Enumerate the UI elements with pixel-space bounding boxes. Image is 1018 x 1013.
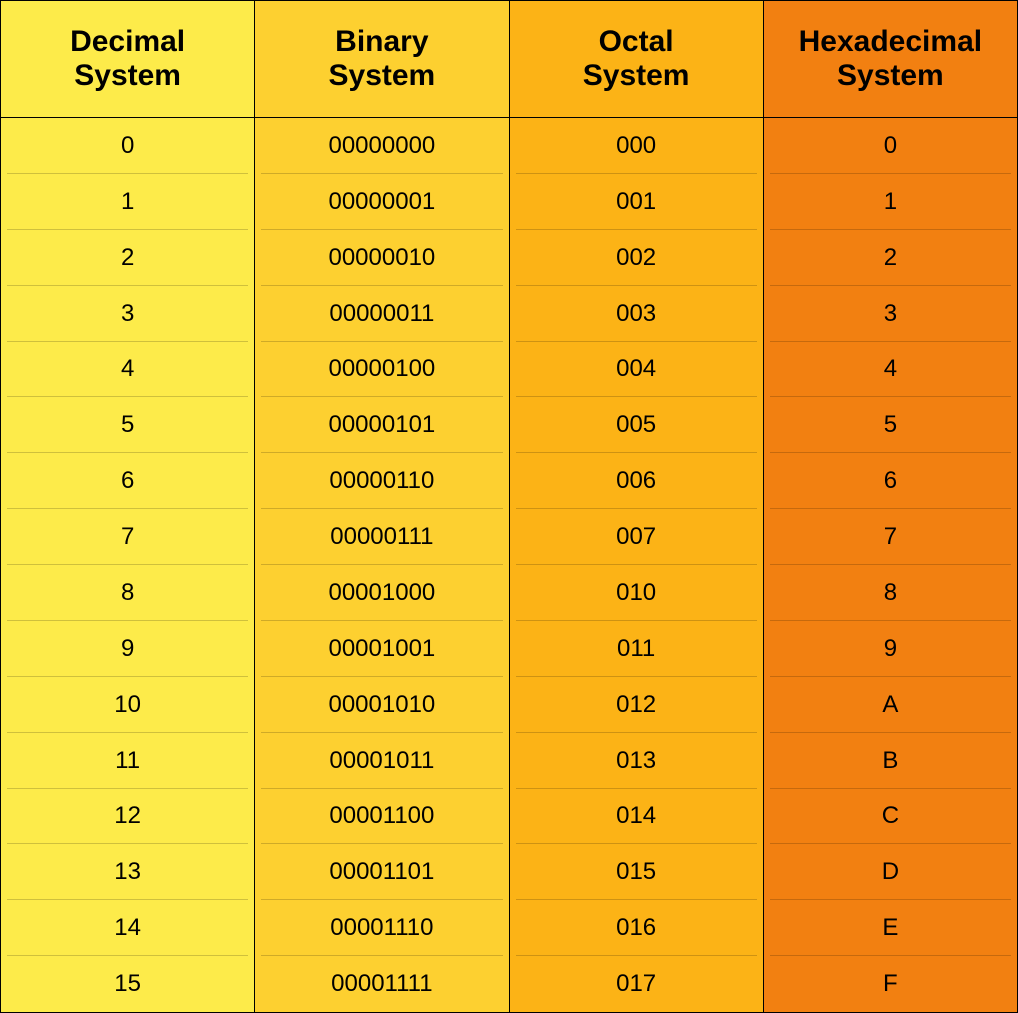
table-cell: 8: [1, 565, 254, 621]
table-cell: 00000000: [255, 118, 508, 174]
table-cell: 014: [510, 789, 763, 845]
table-cell: 9: [1, 621, 254, 677]
table-cell: 00001000: [255, 565, 508, 621]
table-cell: 00000100: [255, 342, 508, 398]
table-cell: D: [764, 844, 1017, 900]
header-hexadecimal: HexadecimalSystem: [764, 1, 1017, 118]
table-cell: 010: [510, 565, 763, 621]
table-cell: 00001111: [255, 956, 508, 1012]
table-cell: 12: [1, 789, 254, 845]
table-cell: 002: [510, 230, 763, 286]
cells-binary: 0000000000000001000000100000001100000100…: [255, 118, 508, 1012]
table-cell: 6: [764, 453, 1017, 509]
table-cell: 013: [510, 733, 763, 789]
table-cell: 4: [1, 342, 254, 398]
table-cell: 9: [764, 621, 1017, 677]
table-cell: 00000011: [255, 286, 508, 342]
table-cell: A: [764, 677, 1017, 733]
table-cell: C: [764, 789, 1017, 845]
column-hexadecimal: HexadecimalSystem 0123456789ABCDEF: [764, 1, 1017, 1012]
table-cell: 016: [510, 900, 763, 956]
column-octal: OctalSystem 0000010020030040050060070100…: [510, 1, 764, 1012]
table-cell: 00000010: [255, 230, 508, 286]
table-cell: E: [764, 900, 1017, 956]
table-cell: 2: [764, 230, 1017, 286]
table-cell: 6: [1, 453, 254, 509]
table-cell: 006: [510, 453, 763, 509]
table-cell: 017: [510, 956, 763, 1012]
header-decimal: DecimalSystem: [1, 1, 254, 118]
table-cell: 3: [1, 286, 254, 342]
table-cell: 3: [764, 286, 1017, 342]
number-system-table: DecimalSystem 0123456789101112131415 Bin…: [0, 0, 1018, 1013]
table-cell: 4: [764, 342, 1017, 398]
header-octal: OctalSystem: [510, 1, 763, 118]
table-cell: 007: [510, 509, 763, 565]
table-cell: 00001101: [255, 844, 508, 900]
table-cell: 13: [1, 844, 254, 900]
table-cell: 004: [510, 342, 763, 398]
table-cell: 7: [764, 509, 1017, 565]
table-cell: 015: [510, 844, 763, 900]
column-binary: BinarySystem 000000000000000100000010000…: [255, 1, 509, 1012]
header-binary: BinarySystem: [255, 1, 508, 118]
table-cell: 2: [1, 230, 254, 286]
table-cell: 10: [1, 677, 254, 733]
table-cell: 8: [764, 565, 1017, 621]
cells-hexadecimal: 0123456789ABCDEF: [764, 118, 1017, 1012]
table-cell: 005: [510, 397, 763, 453]
table-cell: 0: [764, 118, 1017, 174]
table-cell: 14: [1, 900, 254, 956]
table-cell: 11: [1, 733, 254, 789]
column-decimal: DecimalSystem 0123456789101112131415: [1, 1, 255, 1012]
cells-decimal: 0123456789101112131415: [1, 118, 254, 1012]
table-cell: 00001011: [255, 733, 508, 789]
table-cell: 7: [1, 509, 254, 565]
cells-octal: 0000010020030040050060070100110120130140…: [510, 118, 763, 1012]
table-cell: 00001100: [255, 789, 508, 845]
table-cell: 5: [1, 397, 254, 453]
table-cell: 00000001: [255, 174, 508, 230]
table-cell: 00000111: [255, 509, 508, 565]
table-cell: 001: [510, 174, 763, 230]
table-cell: 5: [764, 397, 1017, 453]
table-cell: 00000101: [255, 397, 508, 453]
table-cell: 012: [510, 677, 763, 733]
table-cell: 00001001: [255, 621, 508, 677]
table-cell: 003: [510, 286, 763, 342]
table-cell: 1: [1, 174, 254, 230]
table-cell: 00001110: [255, 900, 508, 956]
table-cell: 0: [1, 118, 254, 174]
table-cell: 00000110: [255, 453, 508, 509]
table-cell: B: [764, 733, 1017, 789]
table-cell: F: [764, 956, 1017, 1012]
table-cell: 1: [764, 174, 1017, 230]
table-cell: 15: [1, 956, 254, 1012]
table-cell: 00001010: [255, 677, 508, 733]
table-cell: 000: [510, 118, 763, 174]
table-cell: 011: [510, 621, 763, 677]
